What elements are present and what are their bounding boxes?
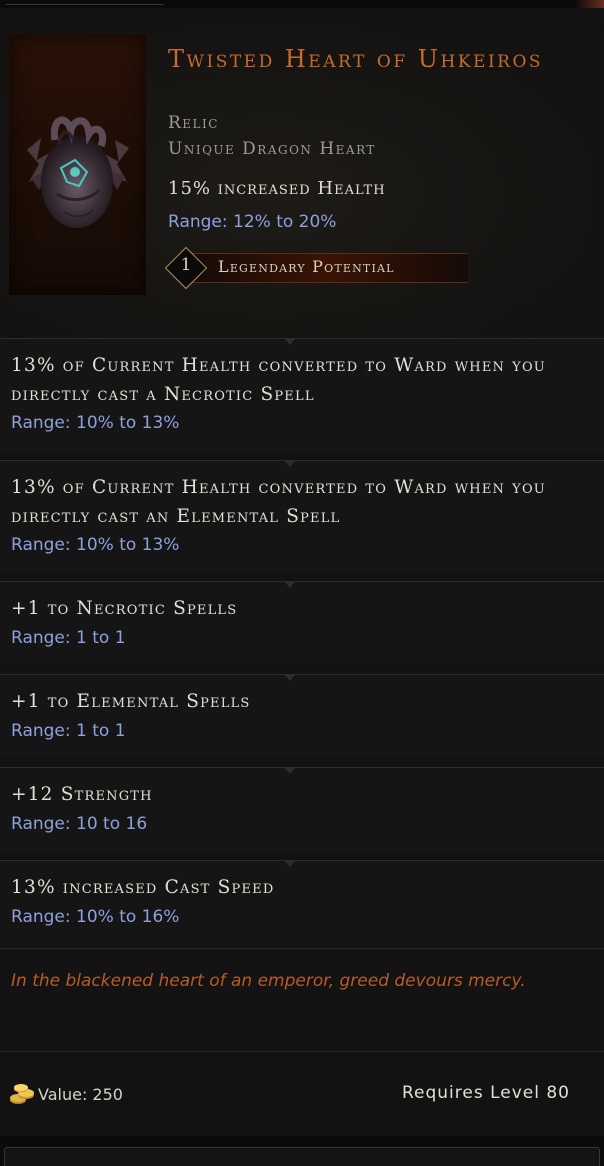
affix-row: +12 Strength Range: 10 to 16 — [0, 767, 604, 851]
affix-row: +1 to Necrotic Spells Range: 1 to 1 — [0, 581, 604, 665]
item-tooltip: Twisted Heart of Uhkeiros Relic Unique D… — [0, 0, 604, 1166]
affix-range: Range: 10% to 13% — [11, 413, 180, 433]
item-footer: Value: 250 Requires Level 80 — [0, 1051, 604, 1137]
affix-range: Range: 10 to 16 — [11, 814, 148, 834]
item-rarity: Relic — [168, 113, 219, 133]
affix-row: 13% increased Cast Speed Range: 10% to 1… — [0, 860, 604, 946]
legendary-potential-badge: 1 Legendary Potential — [164, 246, 472, 290]
affix-text: 13% of Current Health converted to Ward … — [11, 355, 546, 405]
top-frame — [0, 0, 604, 8]
gold-coins-icon — [10, 1084, 34, 1104]
affix-text: 13% of Current Health converted to Ward … — [11, 477, 546, 527]
item-base-type: Unique Dragon Heart — [168, 139, 376, 159]
affix-row: 13% of Current Health converted to Ward … — [0, 460, 604, 574]
item-portrait — [9, 35, 146, 295]
affix-range: Range: 10% to 16% — [11, 907, 180, 927]
affix-text: +1 to Necrotic Spells — [11, 598, 238, 619]
legendary-potential-label: Legendary Potential — [218, 257, 395, 276]
implicit-modifier: 15% increased Health — [168, 178, 386, 199]
lore-section: In the blackened heart of an emperor, gr… — [0, 948, 604, 1052]
affix-range: Range: 10% to 13% — [11, 535, 180, 555]
affix-text: 13% increased Cast Speed — [11, 877, 275, 898]
affix-text: +12 Strength — [11, 784, 153, 805]
affix-row: 13% of Current Health converted to Ward … — [0, 338, 604, 452]
affix-row: +1 to Elemental Spells Range: 1 to 1 — [0, 674, 604, 758]
lore-text: In the blackened heart of an emperor, gr… — [11, 971, 526, 991]
dragon-heart-icon — [27, 116, 129, 228]
level-requirement: Requires Level 80 — [401, 1083, 570, 1103]
item-name: Twisted Heart of Uhkeiros — [168, 45, 544, 73]
legendary-potential-count: 1 — [180, 255, 192, 275]
implicit-range: Range: 12% to 20% — [168, 212, 337, 232]
bottom-frame — [0, 1136, 604, 1166]
affix-range: Range: 1 to 1 — [11, 721, 126, 741]
affix-text: +1 to Elemental Spells — [11, 691, 251, 712]
item-value: Value: 250 — [38, 1085, 123, 1104]
affix-range: Range: 1 to 1 — [11, 628, 126, 648]
